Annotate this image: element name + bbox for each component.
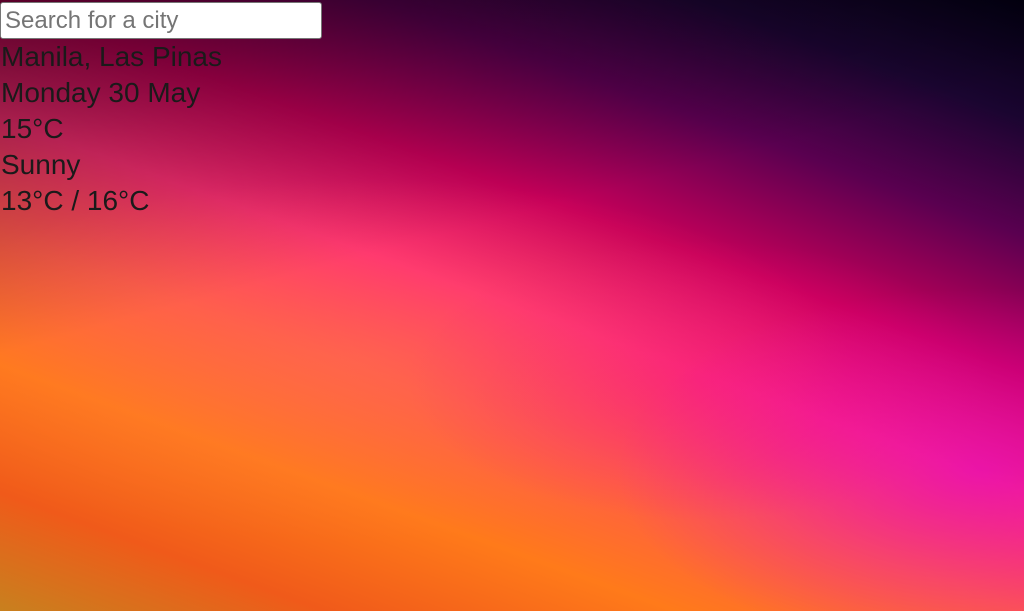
- condition-text: Sunny: [1, 149, 81, 180]
- date-text: Monday 30 May: [1, 77, 201, 108]
- temperature-text: 15°C: [1, 113, 64, 144]
- temperature-range-text: 13°C / 16°C: [1, 185, 150, 216]
- location-text: Manila, Las Pinas: [1, 41, 223, 72]
- city-search-input[interactable]: [0, 2, 322, 39]
- weather-panel: Manila, Las Pinas Monday 30 May 15°C Sun…: [0, 2, 600, 219]
